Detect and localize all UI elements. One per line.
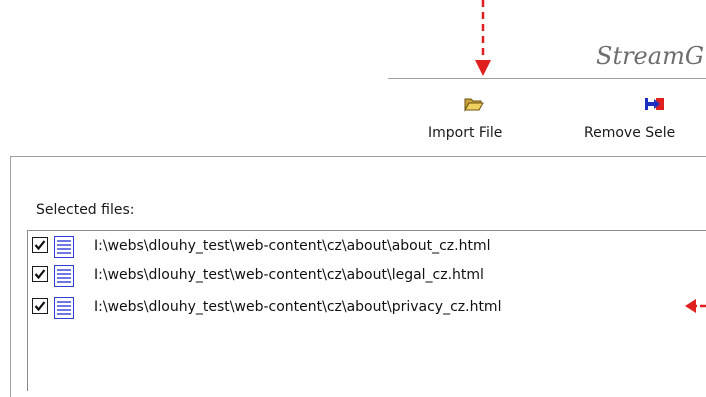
import-file-button[interactable]: Import File (420, 90, 540, 150)
checkbox-checked-icon[interactable] (32, 266, 48, 282)
import-file-label: Import File (428, 125, 503, 141)
header-divider (388, 78, 706, 79)
annotation-arrow-down (475, 0, 491, 76)
annotation-arrow-left (685, 299, 706, 313)
checkbox-checked-icon[interactable] (32, 298, 48, 314)
file-path: I:\webs\dlouhy_test\web-content\cz\about… (94, 299, 502, 315)
file-path: I:\webs\dlouhy_test\web-content\cz\about… (94, 267, 484, 283)
remove-selected-label: Remove Sele (584, 125, 676, 141)
document-icon (54, 236, 74, 258)
remove-arrow-icon (645, 98, 664, 110)
app-title: StreamG (596, 42, 704, 70)
remove-selected-button[interactable]: Remove Sele (584, 90, 706, 150)
selected-files-label: Selected files: (36, 202, 135, 218)
document-icon (54, 297, 74, 319)
file-path: I:\webs\dlouhy_test\web-content\cz\about… (94, 238, 491, 254)
checkbox-checked-icon[interactable] (32, 237, 48, 253)
document-icon (54, 265, 74, 287)
open-folder-icon (464, 98, 484, 112)
